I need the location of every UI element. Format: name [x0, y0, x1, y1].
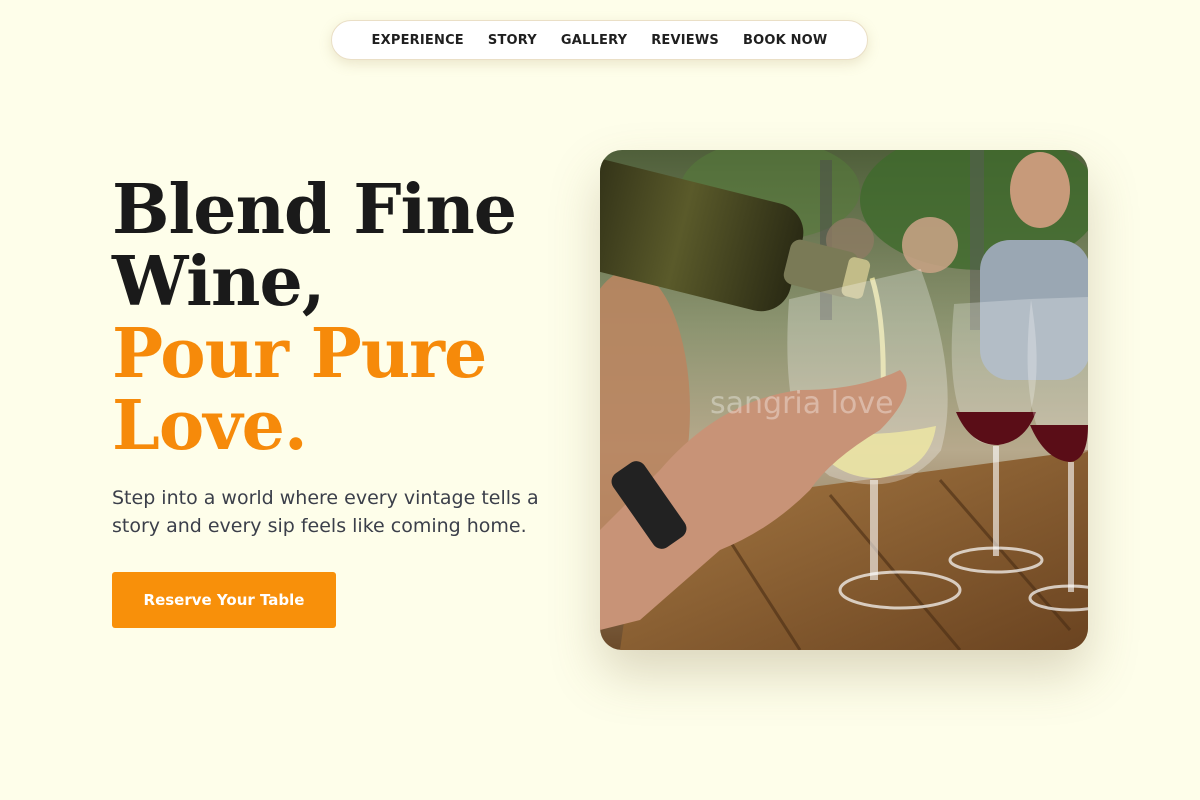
headline-accent-line-2: Love.: [112, 386, 308, 466]
nav-link-book-now[interactable]: BOOK NOW: [743, 33, 827, 48]
nav-link-gallery[interactable]: GALLERY: [561, 33, 627, 48]
nav-link-reviews[interactable]: REVIEWS: [651, 33, 719, 48]
hero-wine-photo: sangria love: [600, 150, 1088, 650]
nav-link-experience[interactable]: EXPERIENCE: [372, 33, 464, 48]
top-nav: EXPERIENCE STORY GALLERY REVIEWS BOOK NO…: [331, 20, 868, 60]
hero-subtext: Step into a world where every vintage te…: [112, 487, 539, 537]
reserve-table-button[interactable]: Reserve Your Table: [112, 572, 336, 628]
image-watermark: sangria love: [710, 386, 894, 421]
nav-link-story[interactable]: STORY: [488, 33, 537, 48]
hero-headline: Blend Fine Wine, Pour Pure Love.: [112, 170, 517, 466]
headline-line-1: Blend Fine: [112, 170, 517, 250]
headline-line-2: Wine,: [112, 242, 325, 322]
headline-accent-line-1: Pour Pure: [112, 314, 487, 394]
